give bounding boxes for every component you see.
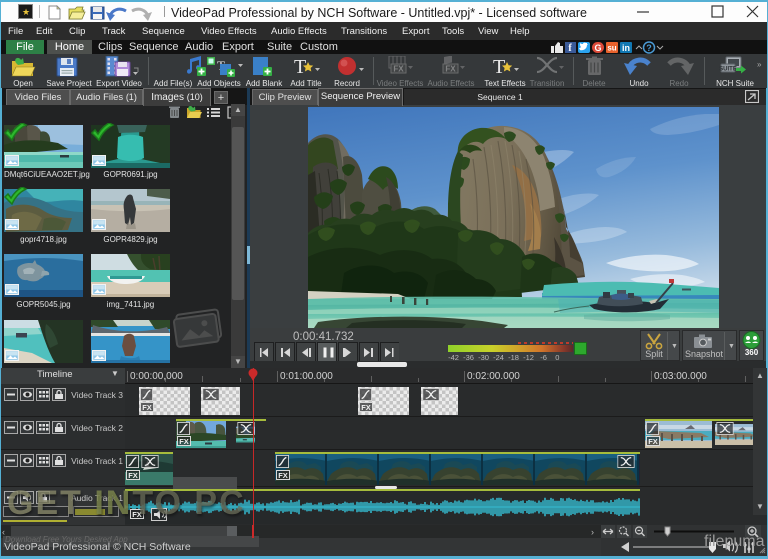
svg-text:in: in xyxy=(622,43,630,53)
svg-text:?: ? xyxy=(646,43,652,53)
svg-text:SUITE: SUITE xyxy=(719,67,737,73)
svg-text:»: » xyxy=(757,60,762,69)
svg-text:0:01:00.000: 0:01:00.000 xyxy=(280,371,333,382)
svg-text:0:03:00.000: 0:03:00.000 xyxy=(654,371,707,382)
svg-text:G: G xyxy=(594,43,601,53)
svg-text:T: T xyxy=(493,56,505,78)
svg-text:FX: FX xyxy=(393,65,404,74)
svg-text:0:00:00,000: 0:00:00,000 xyxy=(130,371,183,382)
svg-text:T: T xyxy=(294,56,306,78)
svg-text:FX: FX xyxy=(445,65,456,74)
svg-text:su: su xyxy=(607,44,616,53)
svg-text:0:02:00.000: 0:02:00.000 xyxy=(467,371,520,382)
